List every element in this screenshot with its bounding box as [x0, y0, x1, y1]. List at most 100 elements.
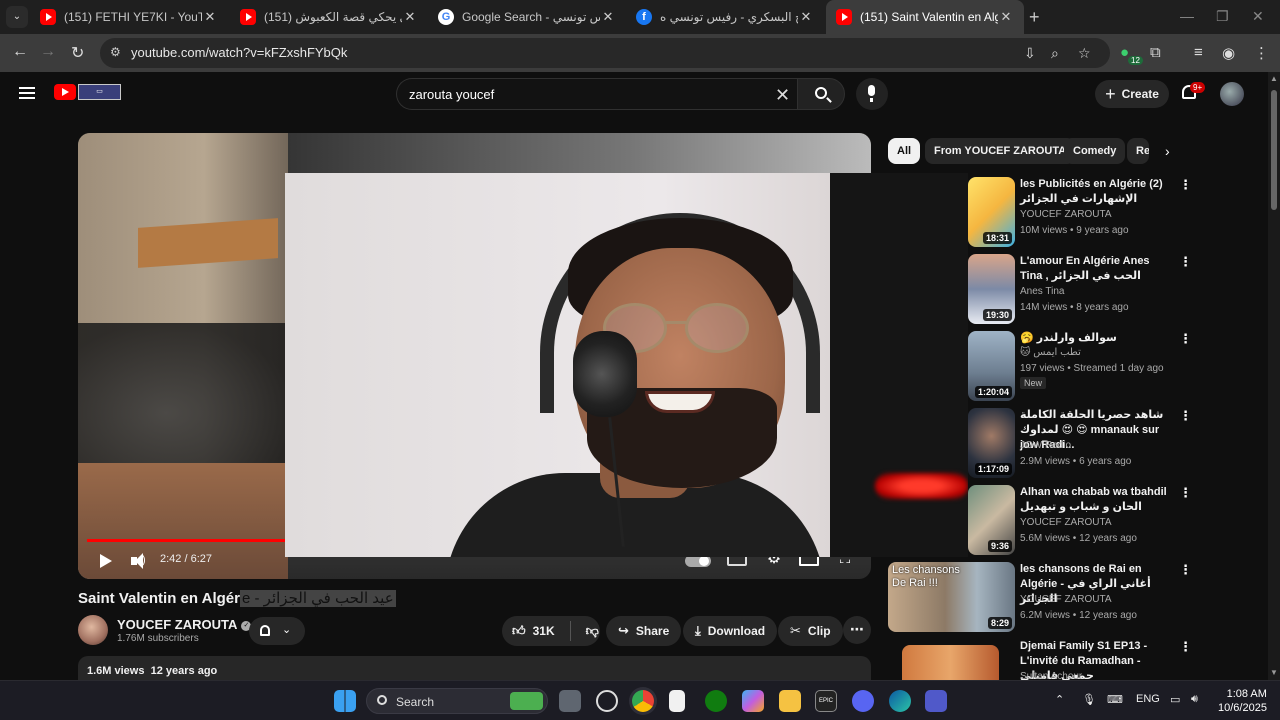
- recommended-channel[interactable]: 🐱 تطب ايمس: [1020, 347, 1081, 358]
- volume-icon[interactable]: [131, 553, 143, 569]
- taskbar-search[interactable]: Search: [366, 688, 548, 714]
- chip-from-channel[interactable]: From YOUCEF ZAROUTA: [925, 138, 1076, 164]
- subscribed-notifications-button[interactable]: ⌄: [249, 617, 305, 645]
- epic-games-icon[interactable]: EPIC: [815, 690, 837, 712]
- close-tab-icon[interactable]: ✕: [402, 9, 418, 25]
- recommended-title[interactable]: 🥱 سوالف وارلندر: [1020, 331, 1170, 346]
- channel-avatar[interactable]: [78, 615, 108, 645]
- channel-name-text[interactable]: YOUCEF ZAROUTA: [117, 617, 237, 632]
- video-thumbnail[interactable]: 9:36: [968, 485, 1015, 555]
- more-options-icon[interactable]: ⋮: [1179, 331, 1192, 347]
- scroll-down-icon[interactable]: ▼: [1270, 668, 1278, 677]
- copilot-icon[interactable]: [742, 690, 764, 712]
- new-tab-icon[interactable]: +: [1029, 7, 1040, 28]
- more-options-icon[interactable]: ⋮: [1179, 562, 1192, 578]
- taskbar-clock[interactable]: 1:08 AM 10/6/2025: [1218, 687, 1267, 715]
- recommended-video[interactable]: 1:17:09 شاهد حصريا الحلقة الكاملة لمداوك…: [888, 408, 1192, 480]
- reload-icon[interactable]: ↻: [71, 43, 84, 63]
- share-button[interactable]: ↪ Share: [606, 616, 682, 646]
- show-hidden-icons-icon[interactable]: ⌃: [1055, 693, 1064, 706]
- like-thumb-icon[interactable]: 👍︎: [512, 623, 526, 639]
- search-button[interactable]: [797, 78, 845, 110]
- close-window-icon[interactable]: ✕: [1252, 8, 1264, 25]
- recommended-channel[interactable]: JOW Radio: [1020, 440, 1071, 451]
- like-count[interactable]: 31K: [533, 624, 555, 638]
- xbox-icon[interactable]: [705, 690, 727, 712]
- url-text[interactable]: youtube.com/watch?v=kFZxshFYbQk: [131, 45, 347, 60]
- recommended-title[interactable]: les Publicités en Algérie (2) الإشهارات …: [1020, 177, 1170, 207]
- recommended-channel[interactable]: YOUCEF ZAROUTA: [1020, 594, 1111, 605]
- chip-related[interactable]: Re: [1127, 138, 1149, 164]
- more-actions-button[interactable]: ⋯: [843, 616, 871, 644]
- play-icon[interactable]: [100, 554, 112, 568]
- back-arrow-icon[interactable]: ←: [12, 43, 28, 61]
- task-view-icon[interactable]: [559, 690, 581, 712]
- forward-arrow-icon[interactable]: →: [40, 43, 56, 61]
- zoom-icon[interactable]: ⌕: [1051, 45, 1059, 62]
- extensions-puzzle-icon[interactable]: ⧉: [1150, 44, 1161, 61]
- bookmark-star-icon[interactable]: ☆: [1078, 45, 1091, 62]
- recommended-title[interactable]: L'amour En Algérie Anes Tina , الحب في ا…: [1020, 254, 1170, 284]
- edge-icon[interactable]: [889, 690, 911, 712]
- scroll-thumb[interactable]: [1271, 90, 1277, 210]
- recommended-video[interactable]: Les chansons De Rai !!! 8:29 les chanson…: [888, 562, 1192, 634]
- recommended-channel[interactable]: Anes Tina: [1020, 286, 1064, 297]
- recommended-video[interactable]: 18:31 les Publicités en Algérie (2) الإش…: [888, 177, 1192, 249]
- media-control-icon[interactable]: ≡: [1194, 44, 1203, 61]
- clear-search-icon[interactable]: ✕: [775, 85, 790, 106]
- minimize-icon[interactable]: —: [1180, 8, 1194, 24]
- language-indicator[interactable]: ENG: [1136, 693, 1160, 705]
- youtube-logo[interactable]: [54, 84, 76, 100]
- chrome-icon[interactable]: [632, 690, 654, 712]
- close-tab-icon[interactable]: ✕: [798, 9, 814, 25]
- install-app-icon[interactable]: ⇩: [1024, 45, 1036, 62]
- recommended-channel[interactable]: YOUCEF ZAROUTA: [1020, 209, 1111, 220]
- notepad-icon[interactable]: [669, 690, 685, 712]
- search-input[interactable]: zarouta youcef ✕: [396, 78, 798, 110]
- recommended-video[interactable]: 1:20:04 🥱 سوالف وارلندر 🐱 تطب ايمس 197 v…: [888, 331, 1192, 403]
- menu-icon[interactable]: [19, 87, 35, 99]
- discord-icon[interactable]: [852, 690, 874, 712]
- voice-search-button[interactable]: [856, 78, 888, 110]
- close-tab-icon[interactable]: ✕: [202, 9, 218, 25]
- video-thumbnail[interactable]: [902, 645, 999, 680]
- chevron-right-icon[interactable]: ›: [1165, 143, 1170, 159]
- chip-comedy[interactable]: Comedy: [1064, 138, 1126, 164]
- recommended-title[interactable]: Alhan wa chabab wa tbahdil الحان و شباب …: [1020, 485, 1170, 515]
- recommended-video[interactable]: 19:30 L'amour En Algérie Anes Tina , الح…: [888, 254, 1192, 326]
- search-query[interactable]: zarouta youcef: [409, 87, 494, 102]
- profile-icon[interactable]: ◉: [1222, 44, 1235, 62]
- tab-search-button[interactable]: ⌄: [6, 6, 28, 28]
- recommended-video[interactable]: Djemai Family S1 EP13 - L'invité du Rama…: [888, 639, 1188, 680]
- network-icon[interactable]: ▭: [1170, 693, 1180, 706]
- browser-tab[interactable]: G Google Search - رفيس تونسي ✕: [428, 0, 626, 34]
- more-options-icon[interactable]: ⋮: [1179, 177, 1192, 193]
- chip-all[interactable]: All: [888, 138, 921, 164]
- scroll-up-icon[interactable]: ▲: [1270, 74, 1278, 83]
- maximize-icon[interactable]: ❐: [1216, 8, 1229, 25]
- download-button[interactable]: ⤓ Download: [683, 616, 778, 646]
- page-scrollbar[interactable]: ▲ ▼: [1268, 72, 1280, 680]
- account-avatar[interactable]: [1220, 82, 1244, 106]
- speaker-icon[interactable]: 🔊︎: [1191, 693, 1198, 706]
- more-options-icon[interactable]: ⋮: [1179, 254, 1192, 270]
- video-thumbnail[interactable]: 1:20:04: [968, 331, 1015, 401]
- video-thumbnail[interactable]: Les chansons De Rai !!! 8:29: [888, 562, 1015, 632]
- youtube-doodle-logo[interactable]: ▭: [78, 84, 121, 100]
- teams-icon[interactable]: [925, 690, 947, 712]
- channel-name[interactable]: YOUCEF ZAROUTA ✓: [117, 617, 252, 632]
- close-tab-icon[interactable]: ✕: [600, 9, 616, 25]
- browser-tab[interactable]: f المطبخ البسكري - رفيس تونسي ه ✕: [626, 0, 824, 34]
- browser-menu-icon[interactable]: ⋮: [1254, 44, 1269, 62]
- more-options-icon[interactable]: ⋮: [1179, 485, 1192, 501]
- keyboard-icon[interactable]: ⌨: [1107, 693, 1123, 706]
- microphone-tray-icon[interactable]: 🎙︎: [1082, 693, 1096, 706]
- more-options-icon[interactable]: ⋮: [1179, 639, 1188, 655]
- file-explorer-icon[interactable]: [779, 690, 801, 712]
- dislike-thumb-icon[interactable]: 👎︎: [586, 623, 599, 639]
- widgets-icon[interactable]: [596, 690, 618, 712]
- browser-tab-active[interactable]: (151) Saint Valentin en Algérie ✕: [826, 0, 1024, 34]
- more-options-icon[interactable]: ⋮: [1179, 408, 1192, 424]
- site-info-icon[interactable]: ⚙: [110, 45, 124, 59]
- video-thumbnail[interactable]: 18:31: [968, 177, 1015, 247]
